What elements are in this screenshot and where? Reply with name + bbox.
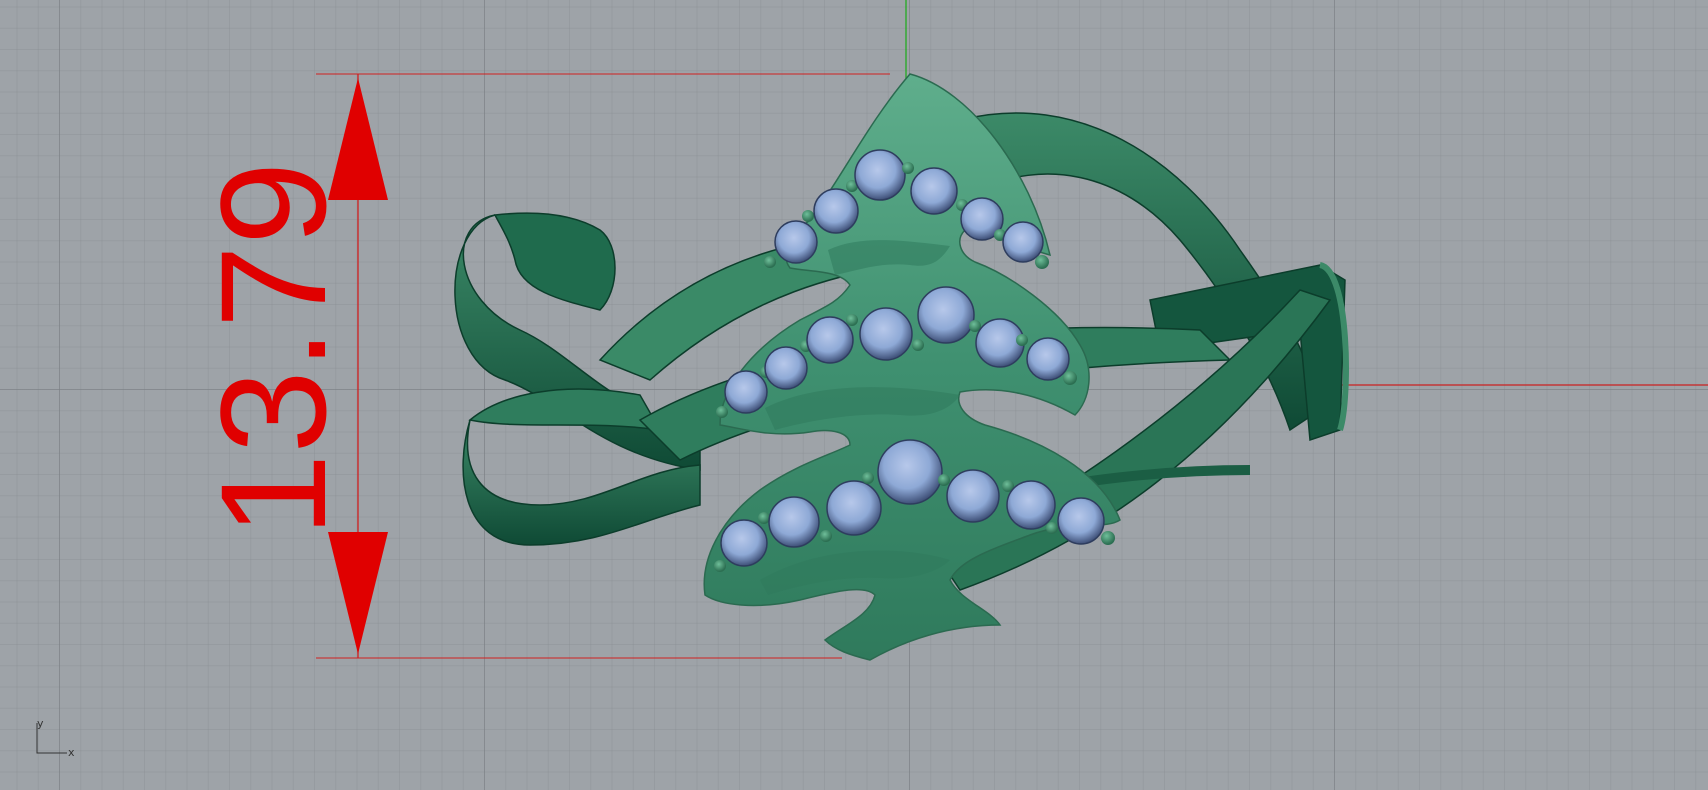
axis-gizmo-y-label: y — [37, 717, 44, 730]
dimension-arrow-down — [328, 532, 388, 654]
cad-viewport[interactable]: 13.79 y x — [0, 0, 1708, 790]
dimension-annotation[interactable]: 13.79 — [189, 74, 388, 658]
dimension-value: 13.79 — [189, 162, 357, 537]
axis-gizmo: y x — [36, 717, 75, 759]
scene-canvas[interactable]: 13.79 y x — [0, 0, 1708, 790]
axis-gizmo-x-label: x — [68, 746, 75, 759]
